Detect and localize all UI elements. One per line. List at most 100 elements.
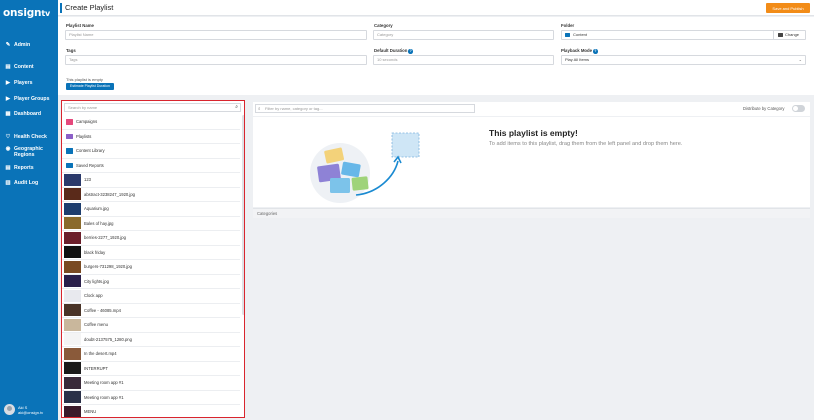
playlist-name-label: Playlist Name — [66, 23, 94, 28]
library-item-label: Clock app — [84, 293, 103, 299]
change-folder-button[interactable]: Change — [773, 31, 805, 39]
library-file-item[interactable]: burgers-731298_1920.jpg — [62, 260, 240, 275]
library-item-label: Coffee menu — [84, 322, 108, 328]
save-and-publish-button[interactable]: Save and Publish — [766, 3, 810, 13]
playlist-name-input[interactable]: Playlist Name — [65, 30, 367, 40]
playback-mode-select[interactable]: Play All Items ⌄ — [561, 55, 806, 65]
sidebar-item-label: Geographic Regions — [14, 146, 43, 158]
sidebar-item-reports[interactable]: ▤ Reports — [5, 165, 34, 171]
library-item-label: Content Library — [76, 148, 105, 154]
playback-mode-value: Play All Items — [565, 57, 590, 62]
library-file-item[interactable]: black friday — [62, 246, 240, 260]
sidebar-item-label: Player Groups — [14, 96, 50, 102]
estimate-duration-button[interactable]: Estimate Playlist Duration — [66, 83, 114, 90]
library-file-item[interactable]: abstract-3238247_1920.jpg — [62, 188, 240, 202]
folder-icon — [66, 133, 73, 139]
sidebar-item-player-groups[interactable]: ▶ Player Groups — [5, 96, 50, 102]
distribute-by-category-label: Distribute by Category — [743, 106, 785, 111]
playback-mode-label-row: Playback Mode? — [561, 48, 598, 54]
library-scrollbar[interactable] — [242, 115, 244, 315]
sidebar-item-label: Reports — [14, 165, 34, 171]
wrench-icon: ✎ — [5, 42, 11, 48]
content-library-panel: Search by name ⌕ Campaigns Playlists Conte… — [61, 100, 245, 418]
sidebar-item-label: Players — [14, 80, 33, 86]
sidebar-item-admin[interactable]: ✎ Admin — [5, 42, 30, 48]
onsign-logo[interactable]: onsigntv — [3, 7, 50, 19]
playlist-empty-note: This playlist is empty — [66, 77, 103, 82]
library-folder-item[interactable]: Content Library — [62, 144, 240, 159]
library-item-label: INTERRUPT — [84, 365, 108, 371]
library-file-item[interactable]: 123 — [62, 173, 240, 188]
library-file-item[interactable]: berries-2277_1920.jpg — [62, 231, 240, 246]
library-item-label: MENU — [84, 409, 97, 415]
thumbnail-image — [64, 231, 81, 244]
library-item-label: Campaigns — [76, 119, 98, 125]
tags-input[interactable]: Tags — [65, 55, 367, 65]
play-icon: ▶ — [5, 80, 11, 86]
sidebar-item-label: Audit Log — [14, 180, 39, 186]
folder-value: Content — [573, 32, 588, 37]
folder-change-icon — [778, 33, 783, 37]
library-file-item[interactable]: Coffee - 46085.mp4 — [62, 304, 240, 318]
sidebar-item-players[interactable]: ▶ Players — [5, 80, 33, 86]
library-file-item[interactable]: Aquarium.jpg — [62, 202, 240, 217]
library-item-label: black friday — [84, 249, 106, 255]
library-item-label: In the desert.mp4 — [84, 351, 117, 357]
globe-icon: ◉ — [5, 146, 11, 152]
sidebar-item-audit-log[interactable]: ▥ Audit Log — [5, 180, 38, 186]
library-file-item[interactable]: Meeting room app #1 — [62, 391, 240, 405]
thumbnail-image — [64, 362, 81, 375]
library-file-item[interactable]: MENU — [62, 405, 240, 417]
library-file-item[interactable]: Bales of hay.jpg — [62, 217, 240, 231]
heartbeat-icon: ♡ — [5, 134, 11, 140]
thumbnail-image — [64, 304, 81, 317]
info-icon[interactable]: ? — [593, 49, 598, 54]
folder-label: Folder — [561, 23, 575, 28]
category-select[interactable]: Category — [373, 30, 554, 40]
thumbnail-image — [64, 275, 81, 288]
thumbnail-image — [64, 246, 81, 259]
sidebar-item-content[interactable]: ▤ Content — [5, 64, 34, 70]
content-icon: ▤ — [5, 64, 11, 70]
library-folder-item[interactable]: Playlists — [62, 130, 240, 144]
default-duration-label: Default Duration — [374, 48, 408, 53]
empty-playlist-illustration — [310, 132, 420, 203]
sidebar-item-dashboard[interactable]: ▦ Dashboard — [5, 111, 41, 117]
change-folder-label: Change — [785, 32, 800, 37]
playlist-drop-zone[interactable]: This playlist is empty! To add items to … — [253, 117, 810, 207]
info-icon[interactable]: ? — [408, 49, 413, 54]
library-folder-item[interactable]: Campaigns — [62, 115, 240, 130]
thumbnail-image — [64, 217, 81, 230]
sidebar-item-label: Content — [14, 64, 34, 70]
library-file-item[interactable]: Meeting room app #1 — [62, 376, 240, 391]
library-file-item[interactable]: doubt-2137575_1280.png — [62, 333, 240, 347]
folder-field[interactable]: Content Change — [561, 30, 806, 40]
thumbnail-image — [64, 188, 81, 201]
default-duration-input[interactable]: 10 seconds — [373, 55, 554, 65]
playlist-filter-bar: ⌕ Filter by name, category or tag... Dis… — [253, 102, 810, 116]
thumbnail-image — [64, 347, 81, 360]
sidebar-item-label: Health Check — [14, 134, 47, 140]
library-item-label: Meeting room app #1 — [84, 380, 124, 386]
dashboard-icon: ▦ — [5, 111, 11, 117]
search-icon[interactable]: ⌕ — [235, 104, 238, 111]
folder-icon — [66, 148, 73, 154]
sidebar-item-health-check[interactable]: ♡ Health Check — [5, 134, 47, 140]
thumbnail-image — [64, 173, 81, 186]
library-file-item[interactable]: In the desert.mp4 — [62, 347, 240, 362]
category-label: Category — [374, 23, 393, 28]
library-search-input[interactable]: Search by name ⌕ — [64, 103, 241, 112]
library-item-label: Aquarium.jpg — [84, 206, 109, 212]
library-file-item[interactable]: City lights.jpg — [62, 275, 240, 289]
sidebar-item-geographic-regions[interactable]: ◉ Geographic Regions — [5, 146, 58, 158]
library-item-label: City lights.jpg — [84, 278, 109, 284]
distribute-by-category-toggle[interactable] — [792, 105, 805, 112]
user-profile[interactable]: Aki S aki@onsign.tv — [4, 404, 43, 415]
library-file-item[interactable]: Clock app — [62, 289, 240, 304]
library-file-item[interactable]: INTERRUPT — [62, 362, 240, 376]
chevron-down-icon: ⌄ — [798, 57, 802, 62]
library-item-label: 123 — [84, 177, 91, 183]
playlist-filter-input[interactable]: ⌕ Filter by name, category or tag... — [255, 104, 475, 113]
library-folder-item[interactable]: Saved Reports — [62, 159, 240, 173]
library-file-item[interactable]: Coffee menu — [62, 318, 240, 333]
